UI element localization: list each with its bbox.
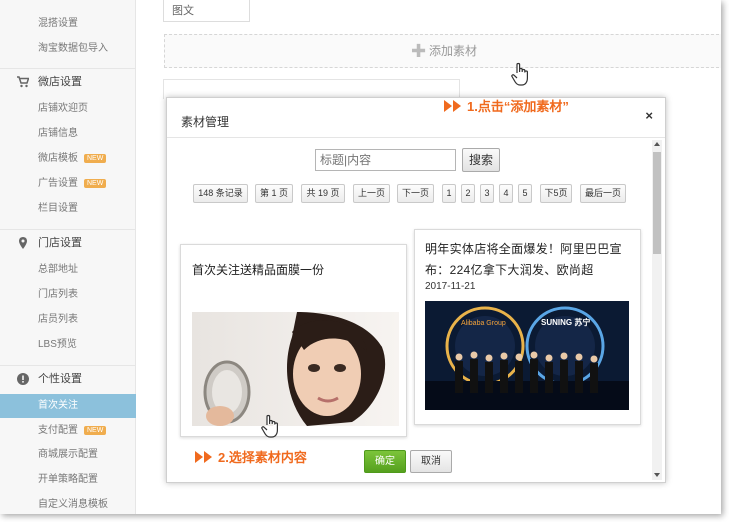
app-frame: 混搭设置 淘宝数据包导入 微店设置 店铺欢迎页 店铺信息 微店模板 NEW 广告设… xyxy=(0,0,721,514)
scroll-down-icon[interactable] xyxy=(654,473,660,477)
confirm-button[interactable]: 确定 xyxy=(364,450,406,473)
plus-icon: ✚ xyxy=(410,41,427,61)
sidebar-section-label: 微店设置 xyxy=(38,76,82,88)
new-badge: NEW xyxy=(84,426,107,435)
sidebar: 混搭设置 淘宝数据包导入 微店设置 店铺欢迎页 店铺信息 微店模板 NEW 广告设… xyxy=(0,0,136,514)
page-number-button[interactable]: 3 xyxy=(480,184,494,203)
arrow-right-icon xyxy=(204,451,212,463)
total-pages: 共 19 页 xyxy=(301,184,345,203)
step1-text: 1.点击“添加素材” xyxy=(467,99,569,114)
search-button[interactable]: 搜索 xyxy=(462,148,500,172)
scroll-up-icon[interactable] xyxy=(654,142,660,146)
new-badge: NEW xyxy=(84,179,107,188)
page-number-button[interactable]: 1 xyxy=(442,184,456,203)
card-image: Alibaba Group SUNING 苏宁 xyxy=(425,301,629,410)
sidebar-item-hq-address[interactable]: 总部地址 xyxy=(0,258,136,282)
hand-cursor-icon xyxy=(511,62,528,86)
close-icon[interactable]: × xyxy=(645,108,653,123)
hand-cursor-icon xyxy=(261,414,278,438)
material-manager-dialog: 素材管理 × 搜索 148 条记录 第 1 页 共 19 页 上一页 下一页 1… xyxy=(166,97,666,483)
sidebar-item-message-template[interactable]: 自定义消息模板 xyxy=(0,493,136,514)
sidebar-section-label: 门店设置 xyxy=(38,237,82,249)
dialog-title: 素材管理 xyxy=(181,115,230,129)
arrow-right-icon xyxy=(444,100,452,112)
sidebar-item-staff-list[interactable]: 店员列表 xyxy=(0,308,136,332)
step2-text: 2.选择素材内容 xyxy=(218,450,307,465)
location-pin-icon xyxy=(19,237,27,249)
suning-logo: SUNING 苏宁 xyxy=(541,317,590,327)
cancel-button[interactable]: 取消 xyxy=(410,450,452,473)
card-date: 2017-11-21 xyxy=(425,281,476,292)
step1-annotation: 1.点击“添加素材” xyxy=(444,96,569,115)
card-title: 明年实体店将全面爆发！阿里巴巴宣布：224亿拿下大润发、欧尚超 xyxy=(425,242,622,277)
arrow-right-icon xyxy=(453,100,461,112)
last-page-button[interactable]: 最后一页 xyxy=(580,184,626,203)
search-input[interactable] xyxy=(315,149,456,171)
sidebar-item-store-list[interactable]: 门店列表 xyxy=(0,283,136,307)
next-five-pages-button[interactable]: 下5页 xyxy=(540,184,572,203)
material-card[interactable]: 首次关注送精品面膜一份 xyxy=(180,244,407,437)
sidebar-item-label: 广告设置 xyxy=(38,178,78,189)
sidebar-item-template[interactable]: 微店模板 NEW xyxy=(0,147,136,171)
page-number-button[interactable]: 4 xyxy=(499,184,513,203)
cart-icon xyxy=(17,76,29,88)
sidebar-item-first-follow[interactable]: 首次关注 xyxy=(0,394,136,418)
material-card[interactable]: 明年实体店将全面爆发！阿里巴巴宣布：224亿拿下大润发、欧尚超 2017-11-… xyxy=(414,229,641,425)
sidebar-section-label: 个性设置 xyxy=(38,373,82,385)
card-title: 首次关注送精品面膜一份 xyxy=(192,263,325,277)
sidebar-item-label: 支付配置 xyxy=(38,425,78,436)
sidebar-item-taobao-import[interactable]: 淘宝数据包导入 xyxy=(0,37,136,61)
sidebar-item-mall-display[interactable]: 商城展示配置 xyxy=(0,443,136,467)
sidebar-item-mix-settings[interactable]: 混搭设置 xyxy=(0,12,136,36)
sidebar-item-order-strategy[interactable]: 开单策略配置 xyxy=(0,468,136,492)
dialog-scrollbar[interactable] xyxy=(652,140,662,480)
type-select[interactable]: 图文 xyxy=(163,0,250,22)
sidebar-section-personal[interactable]: 个性设置 xyxy=(0,365,136,391)
dialog-header: 素材管理 × xyxy=(167,98,665,138)
add-material-label: 添加素材 xyxy=(429,44,478,58)
page-number-button[interactable]: 2 xyxy=(461,184,475,203)
alibaba-logo: Alibaba Group xyxy=(461,320,506,327)
page-number-button[interactable]: 5 xyxy=(518,184,532,203)
current-page: 第 1 页 xyxy=(255,184,293,203)
card-image xyxy=(192,312,399,426)
sidebar-item-store-info[interactable]: 店铺信息 xyxy=(0,122,136,146)
prev-page-button[interactable]: 上一页 xyxy=(353,184,390,203)
new-badge: NEW xyxy=(84,154,107,163)
next-page-button[interactable]: 下一页 xyxy=(397,184,434,203)
sidebar-item-welcome[interactable]: 店铺欢迎页 xyxy=(0,97,136,121)
sidebar-item-label: 微店模板 xyxy=(38,153,78,164)
sidebar-item-columns[interactable]: 栏目设置 xyxy=(0,197,136,221)
sidebar-item-lbs-preview[interactable]: LBS预览 xyxy=(0,333,136,357)
step2-annotation: 2.选择素材内容 xyxy=(195,447,307,466)
add-material-button[interactable]: ✚ 添加素材 xyxy=(164,34,721,68)
scrollbar-thumb[interactable] xyxy=(653,152,661,254)
info-circle-icon xyxy=(17,373,29,385)
sidebar-item-payment[interactable]: 支付配置 NEW xyxy=(0,419,136,443)
sidebar-section-wechat[interactable]: 微店设置 xyxy=(0,68,136,94)
sidebar-section-store[interactable]: 门店设置 xyxy=(0,229,136,255)
record-count: 148 条记录 xyxy=(193,184,248,203)
content-panel xyxy=(163,79,460,99)
sidebar-item-ads[interactable]: 广告设置 NEW xyxy=(0,172,136,196)
arrow-right-icon xyxy=(195,451,203,463)
